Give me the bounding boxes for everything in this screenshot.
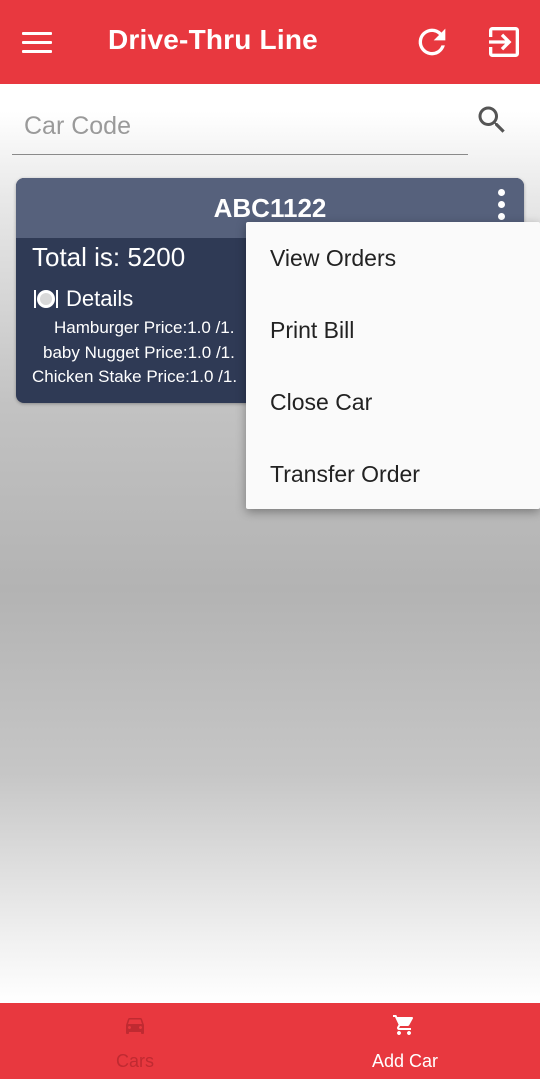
bottom-navigation: Cars Add Car bbox=[0, 1003, 540, 1079]
order-item: baby Nugget Price:1.0 /1. bbox=[43, 343, 235, 362]
details-label: Details bbox=[66, 286, 134, 311]
order-item: Hamburger Price:1.0 /1. bbox=[54, 318, 235, 337]
more-vert-icon bbox=[497, 188, 505, 196]
content-area: ABC1122 Total is: 5200 Details Hamburger… bbox=[0, 84, 540, 1003]
details-header: Details bbox=[32, 286, 133, 312]
car-code: ABC1122 bbox=[213, 193, 327, 223]
menu-item-close-car[interactable]: Close Car bbox=[246, 366, 540, 438]
refresh-button[interactable] bbox=[412, 22, 452, 62]
more-options-button[interactable] bbox=[490, 188, 512, 220]
search-button[interactable] bbox=[474, 102, 510, 138]
order-item: Chicken Stake Price:1.0 /1. bbox=[32, 367, 238, 386]
plate-cutlery-icon bbox=[34, 290, 58, 308]
exit-button[interactable] bbox=[484, 22, 524, 62]
car-icon bbox=[126, 1018, 144, 1034]
nav-label-cars: Cars bbox=[115, 1051, 154, 1071]
menu-button[interactable] bbox=[22, 24, 62, 60]
car-total: Total is: 5200 bbox=[32, 242, 186, 272]
nav-label-add-car: Add Car bbox=[371, 1051, 439, 1071]
cart-icon bbox=[393, 1015, 414, 1035]
app-bar: Drive-Thru Line bbox=[0, 0, 540, 84]
nav-item-add-car[interactable]: Add Car bbox=[270, 1003, 540, 1079]
car-options-menu: View Orders Print Bill Close Car Transfe… bbox=[246, 222, 540, 509]
menu-item-transfer-order[interactable]: Transfer Order bbox=[246, 438, 540, 510]
menu-item-print-bill[interactable]: Print Bill bbox=[246, 294, 540, 366]
car-code-input[interactable] bbox=[24, 106, 454, 146]
search-icon bbox=[478, 106, 505, 133]
hamburger-menu-icon bbox=[22, 31, 52, 35]
search-field bbox=[12, 94, 468, 155]
refresh-icon bbox=[418, 28, 446, 56]
menu-item-view-orders[interactable]: View Orders bbox=[246, 222, 540, 294]
app-title: Drive-Thru Line bbox=[108, 24, 318, 55]
exit-to-app-icon bbox=[489, 27, 519, 57]
nav-item-cars[interactable]: Cars bbox=[0, 1003, 270, 1079]
